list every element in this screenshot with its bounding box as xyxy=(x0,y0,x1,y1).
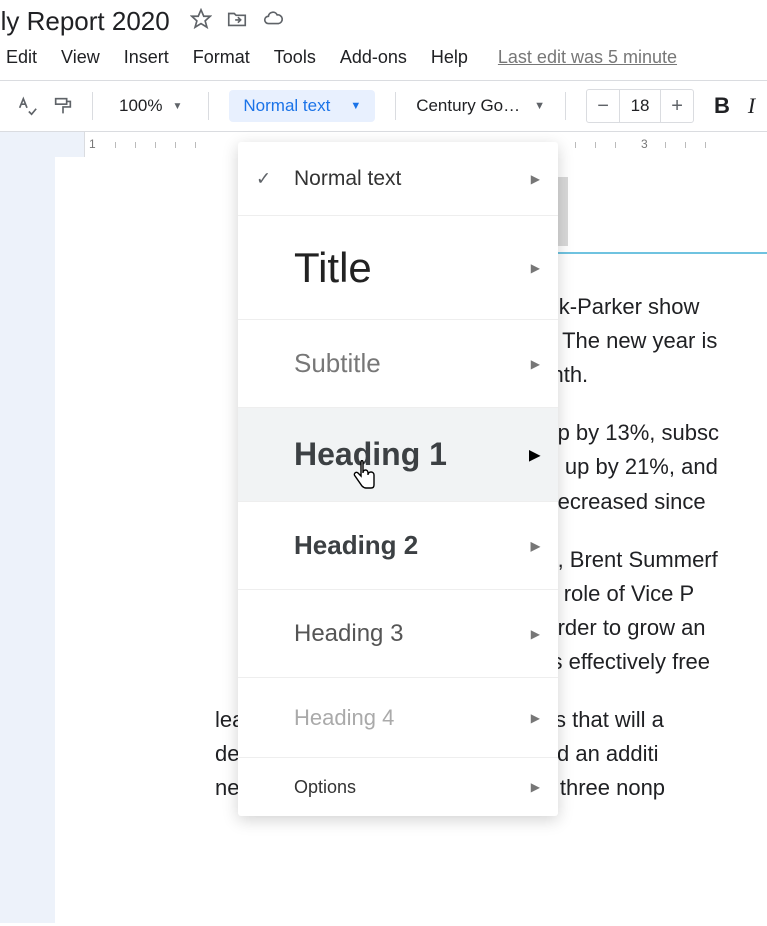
submenu-arrow-icon: ▶ xyxy=(531,627,540,641)
italic-button[interactable]: I xyxy=(748,93,755,119)
menu-help[interactable]: Help xyxy=(431,47,468,68)
separator xyxy=(395,92,396,120)
style-option-heading-1[interactable]: Heading 1 ▶ xyxy=(238,408,558,502)
font-size-decrease-button[interactable]: − xyxy=(587,90,619,122)
submenu-arrow-icon: ▶ xyxy=(531,172,540,186)
style-option-heading-4[interactable]: Heading 4 ▶ xyxy=(238,678,558,758)
separator xyxy=(565,92,566,120)
submenu-arrow-icon: ▶ xyxy=(531,261,540,275)
font-size-increase-button[interactable]: + xyxy=(661,90,693,122)
check-icon: ✓ xyxy=(256,168,271,189)
paragraph-styles-button[interactable]: Normal text▼ xyxy=(229,90,375,122)
submenu-arrow-icon: ▶ xyxy=(531,357,540,371)
separator xyxy=(208,92,209,120)
style-option-title[interactable]: Title ▶ xyxy=(238,216,558,320)
menu-edit[interactable]: Edit xyxy=(6,47,37,68)
ruler-margin xyxy=(0,132,85,157)
menu-addons[interactable]: Add-ons xyxy=(340,47,407,68)
submenu-arrow-icon: ▶ xyxy=(531,780,540,794)
font-size-input[interactable]: 18 xyxy=(619,90,661,122)
zoom-select[interactable]: 100%▼ xyxy=(107,96,194,116)
bold-button[interactable]: B xyxy=(714,93,730,119)
menu-view[interactable]: View xyxy=(61,47,100,68)
font-family-select[interactable]: Century Go…▼ xyxy=(410,96,551,116)
submenu-arrow-icon: ▶ xyxy=(531,711,540,725)
menu-insert[interactable]: Insert xyxy=(124,47,169,68)
style-option-subtitle[interactable]: Subtitle ▶ xyxy=(238,320,558,408)
menubar: e Edit View Insert Format Tools Add-ons … xyxy=(0,37,767,80)
style-option-options[interactable]: Options ▶ xyxy=(238,758,558,816)
cloud-status-icon[interactable] xyxy=(262,8,284,35)
move-to-folder-icon[interactable] xyxy=(226,8,248,35)
doc-title[interactable]: onthly Report 2020 xyxy=(0,6,178,37)
title-underline xyxy=(527,252,767,254)
style-option-heading-3[interactable]: Heading 3 ▶ xyxy=(238,590,558,678)
spellcheck-icon[interactable] xyxy=(12,91,42,121)
print-icon[interactable] xyxy=(0,91,6,121)
last-edit-link[interactable]: Last edit was 5 minute xyxy=(498,47,677,68)
left-gutter xyxy=(0,157,55,923)
style-option-heading-2[interactable]: Heading 2 ▶ xyxy=(238,502,558,590)
menu-tools[interactable]: Tools xyxy=(274,47,316,68)
paragraph-styles-dropdown: ✓ Normal text ▶ Title ▶ Subtitle ▶ Headi… xyxy=(238,142,558,816)
separator xyxy=(92,92,93,120)
paint-format-icon[interactable] xyxy=(48,91,78,121)
style-option-normal-text[interactable]: ✓ Normal text ▶ xyxy=(238,142,558,216)
menu-format[interactable]: Format xyxy=(193,47,250,68)
star-icon[interactable] xyxy=(190,8,212,35)
submenu-arrow-icon: ▶ xyxy=(531,539,540,553)
toolbar: 100%▼ Normal text▼ Century Go…▼ − 18 + B… xyxy=(0,81,767,131)
submenu-arrow-icon: ▶ xyxy=(529,446,540,463)
